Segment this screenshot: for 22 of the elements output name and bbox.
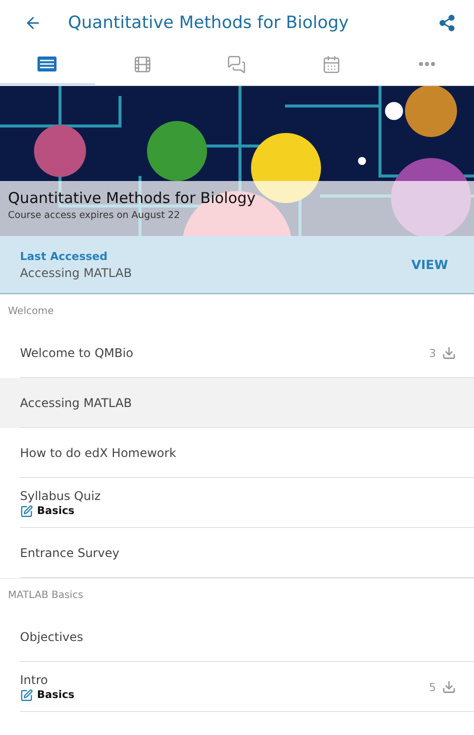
edit-icon (20, 504, 33, 518)
lesson-row[interactable]: Accessing MATLAB (0, 378, 474, 428)
lesson-title: Entrance Survey (20, 546, 120, 560)
lesson-title: Syllabus Quiz (20, 488, 102, 502)
lesson-title: Intro (20, 672, 49, 686)
download-count: 5 (429, 680, 436, 694)
lesson-title: How to do edX Homework (20, 446, 178, 460)
download-count: 3 (429, 346, 436, 360)
download-icon[interactable] (442, 680, 456, 694)
lesson-title: Accessing MATLAB (20, 396, 133, 410)
download-icon[interactable] (442, 346, 456, 360)
lesson-title: Welcome to QMBio (20, 346, 134, 360)
last-accessed-item: Accessing MATLAB (20, 266, 133, 280)
last-accessed-label: Last Accessed (20, 250, 109, 262)
assignment-type: Basics (37, 505, 74, 517)
edit-icon (20, 688, 33, 702)
share-button[interactable] (438, 14, 456, 32)
expiry-text: Course access expires on August 22 (8, 210, 181, 221)
lesson-title: Objectives (20, 630, 84, 644)
banner-title: Quantitative Methods for Biology (8, 189, 257, 207)
assignment-type: Basics (37, 689, 74, 701)
course-title: Quantitative Methods for Biology (68, 12, 350, 32)
